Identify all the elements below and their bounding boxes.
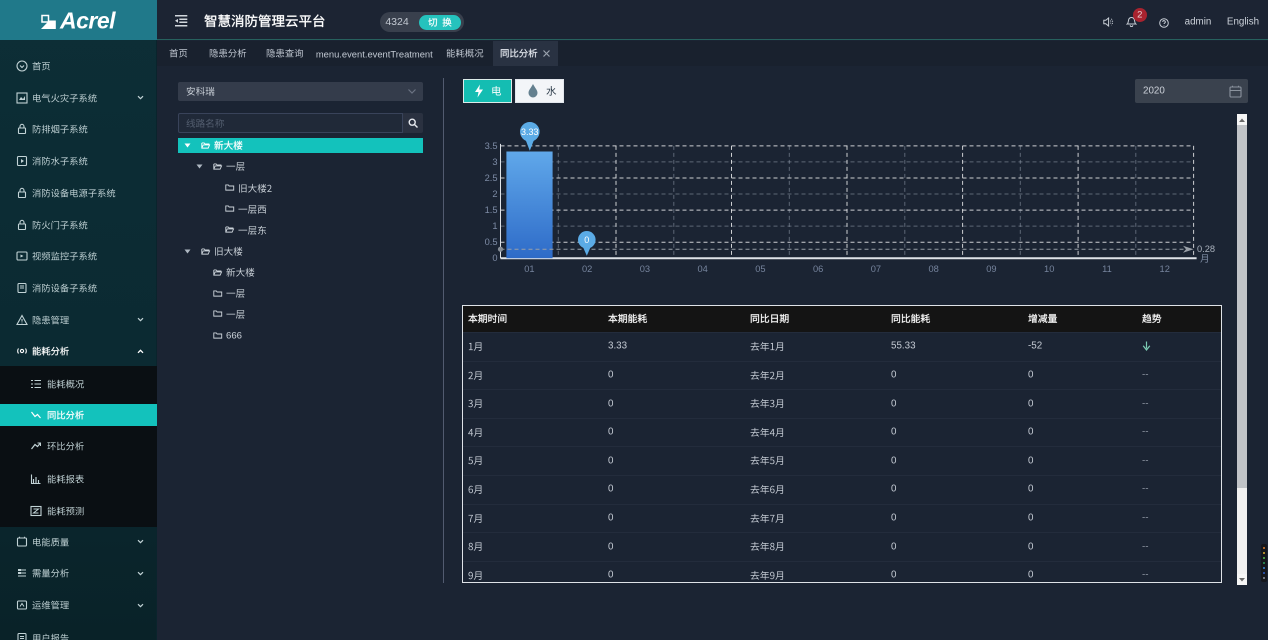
svg-text:0: 0	[585, 235, 590, 245]
svg-text:3.33: 3.33	[521, 127, 539, 137]
